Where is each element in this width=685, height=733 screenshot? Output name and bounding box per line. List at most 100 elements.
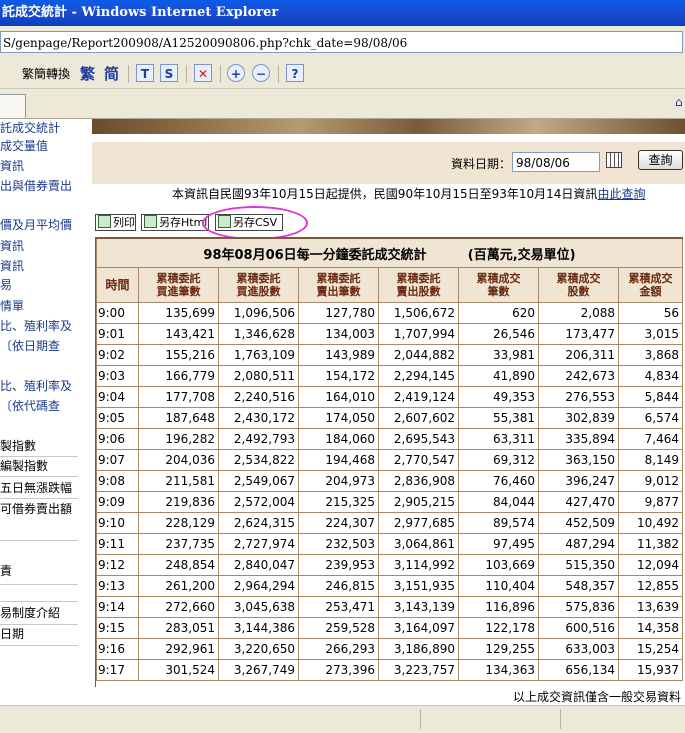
sidebar-item[interactable]: 情單 bbox=[0, 297, 80, 315]
address-input[interactable]: S/genpage/Report200908/A12520090806.php?… bbox=[0, 31, 683, 53]
sidebar-item[interactable]: 可借券賣出額 bbox=[0, 500, 80, 518]
value-cell: 4,834 bbox=[618, 365, 683, 387]
column-header: 時間 bbox=[96, 267, 139, 303]
calendar-icon[interactable] bbox=[606, 152, 622, 168]
value-cell: 11,382 bbox=[618, 533, 683, 555]
save-icon bbox=[144, 215, 157, 228]
sidebar-item[interactable]: 成交量值 bbox=[0, 137, 80, 155]
print-label: 列印 bbox=[113, 216, 135, 229]
time-cell: 9:00 bbox=[96, 302, 139, 324]
value-cell: 2,572,004 bbox=[218, 491, 299, 513]
date-input[interactable]: 98/08/06 bbox=[512, 152, 600, 172]
value-cell: 3,164,097 bbox=[378, 617, 459, 639]
value-cell: 232,503 bbox=[298, 533, 379, 555]
value-cell: 396,247 bbox=[538, 470, 619, 492]
table-row: 9:09 219,836 2,572,004 215,325 2,905,215 84,0… bbox=[96, 491, 683, 513]
sidebar-item[interactable]: 製指數 bbox=[0, 437, 80, 455]
stop-popup-icon[interactable]: ✕ bbox=[194, 64, 212, 82]
value-cell: 2,840,047 bbox=[218, 554, 299, 576]
value-cell: 122,178 bbox=[458, 617, 539, 639]
table-row: 9:15 283,051 3,144,386 259,528 3,164,097 122,… bbox=[96, 617, 683, 639]
sidebar-item[interactable]: 易制度介紹 bbox=[0, 604, 80, 622]
value-cell: 56 bbox=[618, 302, 683, 324]
value-cell: 620 bbox=[458, 302, 539, 324]
value-cell: 12,094 bbox=[618, 554, 683, 576]
value-cell: 41,890 bbox=[458, 365, 539, 387]
value-cell: 3,868 bbox=[618, 344, 683, 366]
sidebar-item[interactable]: 五日無漲跌幅 bbox=[0, 479, 80, 497]
value-cell: 174,050 bbox=[298, 407, 379, 429]
value-cell: 2,770,547 bbox=[378, 449, 459, 471]
sidebar-item[interactable]: 比、殖利率及 bbox=[0, 377, 80, 395]
sidebar-item[interactable]: 價及月平均價 bbox=[0, 216, 80, 234]
value-cell: 633,003 bbox=[538, 638, 619, 660]
value-cell: 292,961 bbox=[138, 638, 219, 660]
value-cell: 3,114,992 bbox=[378, 554, 459, 576]
value-cell: 110,404 bbox=[458, 575, 539, 597]
value-cell: 15,937 bbox=[618, 659, 683, 681]
table-row: 9:12 248,854 2,840,047 239,953 3,114,992 103,… bbox=[96, 554, 683, 576]
table-header-row: 時間 累積委託 買進筆數 累積委託 買進股數 累積委託 賣出筆數 累積委託 賣出股數 累積成交 筆數… bbox=[96, 267, 683, 303]
zoom-in-icon[interactable]: + bbox=[227, 64, 245, 82]
help-icon[interactable]: ? bbox=[286, 64, 304, 82]
time-cell: 9:11 bbox=[96, 533, 139, 555]
sidebar-item[interactable]: 〔依日期查 bbox=[0, 337, 80, 355]
time-cell: 9:16 bbox=[96, 638, 139, 660]
simplified-button[interactable]: 简 bbox=[104, 64, 119, 84]
sidebar-item[interactable]: 日期 bbox=[0, 625, 80, 643]
sidebar-item[interactable]: 資訊 bbox=[0, 157, 80, 175]
table-row: 9:04 177,708 2,240,516 164,010 2,419,124 49,3… bbox=[96, 386, 683, 408]
sidebar-item[interactable]: 編製指數 bbox=[0, 457, 80, 475]
value-cell: 103,669 bbox=[458, 554, 539, 576]
value-cell: 9,012 bbox=[618, 470, 683, 492]
sidebar-item[interactable]: 責 bbox=[0, 562, 80, 580]
date-label: 資料日期： bbox=[451, 157, 512, 171]
sidebar-divider bbox=[0, 584, 78, 585]
sidebar-item[interactable]: 比、殖利率及 bbox=[0, 317, 80, 335]
value-cell: 261,200 bbox=[138, 575, 219, 597]
time-cell: 9:06 bbox=[96, 428, 139, 450]
value-cell: 301,524 bbox=[138, 659, 219, 681]
value-cell: 266,293 bbox=[298, 638, 379, 660]
value-cell: 204,036 bbox=[138, 449, 219, 471]
value-cell: 155,216 bbox=[138, 344, 219, 366]
sidebar-item[interactable]: 易 bbox=[0, 276, 80, 294]
font-style-icon[interactable]: S bbox=[160, 64, 178, 82]
notice-link[interactable]: 由此查詢 bbox=[597, 187, 645, 201]
value-cell: 204,973 bbox=[298, 470, 379, 492]
toolbar-separator bbox=[128, 65, 129, 83]
save-html-button[interactable]: 另存Html bbox=[141, 214, 209, 231]
traditional-button[interactable]: 繁 bbox=[80, 64, 95, 84]
sidebar-item[interactable]: 〔依代碼查 bbox=[0, 397, 80, 415]
print-button[interactable]: 列印 bbox=[95, 214, 136, 231]
query-button[interactable]: 查詢 bbox=[638, 150, 683, 170]
text-size-icon[interactable]: T bbox=[136, 64, 154, 82]
window-title: 託成交統計 - Windows Internet Explorer bbox=[2, 5, 279, 20]
home-icon[interactable]: ⌂ bbox=[675, 95, 685, 109]
value-cell: 6,574 bbox=[618, 407, 683, 429]
print-icon bbox=[98, 215, 111, 228]
caption-title: 98年08月06日每一分鐘委託成交統計 bbox=[203, 247, 427, 263]
sidebar-item[interactable]: 資訊 bbox=[0, 237, 80, 255]
value-cell: 248,854 bbox=[138, 554, 219, 576]
column-header: 累積成交 金額 bbox=[618, 267, 683, 303]
convert-label: 繁簡轉換 bbox=[22, 67, 71, 81]
value-cell: 215,325 bbox=[298, 491, 379, 513]
sidebar-item[interactable]: 託成交統計 bbox=[0, 119, 80, 137]
time-cell: 9:15 bbox=[96, 617, 139, 639]
time-cell: 9:04 bbox=[96, 386, 139, 408]
value-cell: 5,844 bbox=[618, 386, 683, 408]
zoom-out-icon[interactable]: − bbox=[252, 64, 270, 82]
value-cell: 363,150 bbox=[538, 449, 619, 471]
status-divider bbox=[420, 709, 422, 729]
value-cell: 2,419,124 bbox=[378, 386, 459, 408]
sidebar: 託成交統計 成交量值 資訊 出與借券賣出 價及月平均價 資訊 資訊 易 情單 比… bbox=[0, 119, 80, 705]
sidebar-item[interactable]: 資訊 bbox=[0, 257, 80, 275]
value-cell: 1,763,109 bbox=[218, 344, 299, 366]
value-cell: 3,186,890 bbox=[378, 638, 459, 660]
time-cell: 9:10 bbox=[96, 512, 139, 534]
browser-tab[interactable] bbox=[0, 94, 26, 118]
value-cell: 2,727,974 bbox=[218, 533, 299, 555]
value-cell: 12,855 bbox=[618, 575, 683, 597]
sidebar-item[interactable]: 出與借券賣出 bbox=[0, 177, 80, 195]
